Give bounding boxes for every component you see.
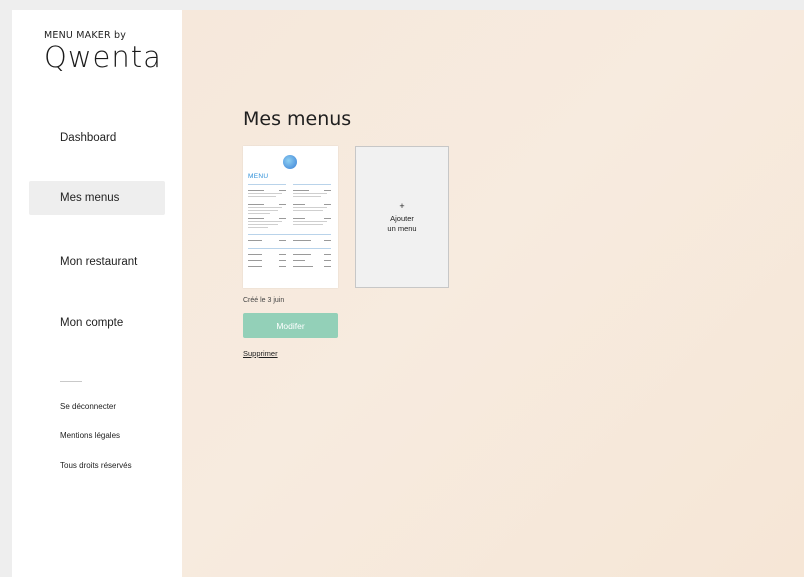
menu-item-line xyxy=(248,204,264,206)
sidebar-item-dashboard[interactable]: Dashboard xyxy=(29,121,165,155)
menu-desc-line xyxy=(293,210,323,212)
add-menu-button[interactable]: + Ajouter un menu xyxy=(355,146,449,288)
brand-logo[interactable]: Qwenta xyxy=(44,40,162,74)
legal-link[interactable]: Mentions légales xyxy=(60,431,120,440)
sidebar-divider xyxy=(60,381,82,382)
menu-price-line xyxy=(279,254,286,256)
menu-desc-line xyxy=(248,221,282,223)
sidebar-item-label: Mon compte xyxy=(60,317,124,329)
sidebar-item-label: Mes menus xyxy=(60,192,120,204)
menu-price-line xyxy=(279,240,286,242)
add-menu-label: Ajouter un menu xyxy=(387,214,417,233)
menu-price-line xyxy=(324,204,331,206)
menu-desc-line xyxy=(293,193,327,195)
menu-desc-line xyxy=(248,224,278,226)
menu-desc-line xyxy=(248,196,276,198)
sidebar-item-label: Mon restaurant xyxy=(60,256,138,268)
sidebar-item-mon-compte[interactable]: Mon compte xyxy=(29,306,165,340)
menu-item-line xyxy=(248,190,264,192)
rights-text: Tous droits réservés xyxy=(60,461,132,470)
menu-item-line xyxy=(248,260,262,262)
menu-item-line xyxy=(248,218,264,220)
menu-price-line xyxy=(279,260,286,262)
menu-desc-line xyxy=(248,227,268,229)
plus-icon: + xyxy=(399,201,405,211)
menu-item-line xyxy=(248,254,262,256)
menu-item-line xyxy=(248,240,262,242)
app-frame: MENU MAKER by Qwenta Dashboard Mes menus… xyxy=(12,10,804,577)
menu-item-line xyxy=(293,218,305,220)
menu-section-line xyxy=(248,234,331,236)
sidebar-item-mes-menus[interactable]: Mes menus xyxy=(29,181,165,215)
created-date: Créé le 3 juin xyxy=(243,297,285,304)
menu-price-line xyxy=(324,240,331,242)
sidebar: MENU MAKER by Qwenta Dashboard Mes menus… xyxy=(12,10,182,577)
menu-price-line xyxy=(324,260,331,262)
menu-logo-icon xyxy=(283,155,297,169)
menu-price-line xyxy=(324,218,331,220)
menu-section-line xyxy=(293,184,331,186)
menu-item-line xyxy=(293,240,311,242)
delete-link[interactable]: Supprimer xyxy=(243,349,278,358)
menu-item-line xyxy=(293,266,313,268)
menu-desc-line xyxy=(293,196,321,198)
menu-desc-line xyxy=(248,207,282,209)
menu-price-line xyxy=(279,218,286,220)
page-title: Mes menus xyxy=(243,108,352,130)
menu-section-line xyxy=(248,248,331,250)
menu-item-line xyxy=(293,190,309,192)
menu-desc-line xyxy=(248,193,282,195)
menu-price-line xyxy=(279,190,286,192)
menu-item-line xyxy=(293,260,305,262)
menu-desc-line xyxy=(248,210,278,212)
logout-link[interactable]: Se déconnecter xyxy=(60,402,116,411)
sidebar-item-mon-restaurant[interactable]: Mon restaurant xyxy=(29,245,165,279)
modify-button[interactable]: Modifer xyxy=(243,313,338,338)
menu-price-line xyxy=(324,266,331,268)
menu-price-line xyxy=(279,204,286,206)
menu-price-line xyxy=(279,266,286,268)
menu-price-line xyxy=(324,254,331,256)
menu-desc-line xyxy=(293,221,327,223)
menu-item-line xyxy=(293,204,305,206)
menu-thumbnail-title: MENU xyxy=(248,173,269,180)
menu-item-line xyxy=(248,266,262,268)
main-content: Mes menus MENU + Ajouter un menu Créé le… xyxy=(182,10,804,577)
menu-price-line xyxy=(324,190,331,192)
menu-desc-line xyxy=(293,224,323,226)
menu-desc-line xyxy=(293,207,327,209)
menu-section-line xyxy=(248,184,286,186)
sidebar-item-label: Dashboard xyxy=(60,132,117,144)
menu-item-line xyxy=(293,254,311,256)
menu-desc-line xyxy=(248,213,270,215)
menu-thumbnail[interactable]: MENU xyxy=(243,146,338,288)
